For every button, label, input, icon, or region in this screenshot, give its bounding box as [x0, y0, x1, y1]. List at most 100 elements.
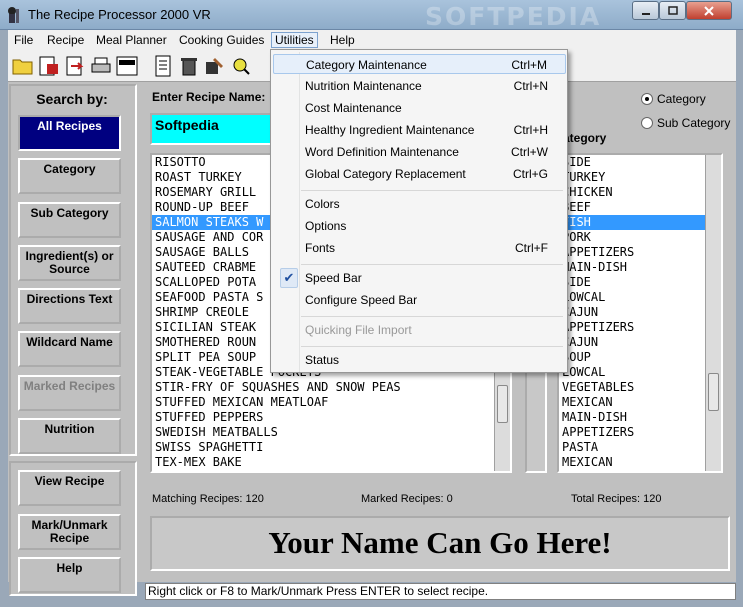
open-folder-icon[interactable]: [11, 54, 35, 78]
recipe-row[interactable]: STUFFED MEXICAN MEATLOAF: [152, 395, 510, 410]
radio-category[interactable]: Category: [641, 92, 706, 106]
category-row[interactable]: LOWCAL: [559, 365, 721, 380]
menu-cooking-guides[interactable]: Cooking Guides: [176, 32, 267, 48]
menu-utilities[interactable]: Utilities: [271, 32, 318, 48]
category-list-scrollbar[interactable]: [705, 155, 721, 471]
category-row[interactable]: CAJUN: [559, 305, 721, 320]
category-list[interactable]: SIDE TURKEY CHICKEN BEEF FISH PORK APPETIZERS M…: [557, 153, 723, 473]
radio-category-dot: [641, 93, 653, 105]
category-row[interactable]: BEEF: [559, 200, 721, 215]
menu-item-label: Cost Maintenance: [305, 101, 402, 115]
category-row[interactable]: CHICKEN: [559, 185, 721, 200]
menu-recipe[interactable]: Recipe: [44, 32, 87, 48]
ingredients-source-button[interactable]: Ingredient(s) or Source: [18, 245, 121, 281]
app-icon: [8, 7, 19, 23]
view-recipe-button[interactable]: View Recipe: [18, 470, 121, 506]
menu-meal-planner[interactable]: Meal Planner: [93, 32, 170, 48]
menu-item-status[interactable]: Status: [273, 350, 566, 370]
sub-category-button[interactable]: Sub Category: [18, 202, 121, 238]
menu-item-label: Fonts: [305, 241, 336, 255]
menu-item-fonts[interactable]: Fonts Ctrl+F: [273, 238, 566, 258]
recipe-row[interactable]: SWISS SPAGHETTI: [152, 440, 510, 455]
menu-item-colors[interactable]: Colors: [273, 194, 566, 214]
category-row[interactable]: PORK: [559, 230, 721, 245]
menu-item-label: Global Category Replacement: [305, 167, 466, 181]
menu-help[interactable]: Help: [327, 32, 358, 48]
directions-text-button[interactable]: Directions Text: [18, 288, 121, 324]
category-row[interactable]: SIDE: [559, 155, 721, 170]
import-icon[interactable]: [37, 54, 61, 78]
category-row[interactable]: APPETIZERS: [559, 245, 721, 260]
trash-icon[interactable]: [177, 54, 201, 78]
category-row[interactable]: MEXICAN: [559, 455, 721, 470]
nutrition-button[interactable]: Nutrition: [18, 418, 121, 454]
menu-item-label: Nutrition Maintenance: [305, 79, 422, 93]
minimize-button[interactable]: [632, 1, 659, 20]
category-row[interactable]: APPETIZERS: [559, 425, 721, 440]
edit-icon[interactable]: [203, 54, 227, 78]
maximize-button[interactable]: [659, 1, 686, 20]
menu-item-speed-bar[interactable]: ✔ Speed Bar: [273, 268, 566, 288]
menu-item-category-maintenance[interactable]: Category Maintenance Ctrl+M: [273, 54, 566, 74]
mark-unmark-button[interactable]: Mark/Unmark Recipe: [18, 514, 121, 550]
menu-item-options[interactable]: Options: [273, 216, 566, 236]
all-recipes-button[interactable]: All Recipes: [18, 115, 121, 151]
marked-count: Marked Recipes: 0: [361, 493, 453, 505]
recipe-name-input[interactable]: Softpedia: [150, 113, 272, 145]
menu-item-label: Configure Speed Bar: [305, 293, 418, 307]
close-icon: [704, 5, 714, 16]
recipe-row[interactable]: SWEDISH MEATBALLS: [152, 425, 510, 440]
menu-item-cost-maintenance[interactable]: Cost Maintenance: [273, 98, 566, 118]
watermark: SOFTPEDIA: [425, 2, 602, 31]
shopping-list-icon[interactable]: [115, 54, 139, 78]
menu-item-label: Status: [305, 353, 340, 367]
category-row[interactable]: PASTA: [559, 440, 721, 455]
menu-item-label: Word Definition Maintenance: [305, 145, 459, 159]
category-row[interactable]: SIDE: [559, 275, 721, 290]
menu-file[interactable]: File: [11, 32, 36, 48]
radio-sub-category-dot: [641, 117, 653, 129]
document-icon[interactable]: [151, 54, 175, 78]
category-button[interactable]: Category: [18, 158, 121, 194]
total-count: Total Recipes: 120: [571, 493, 662, 505]
menu-item-quicking-file-import: Quicking File Import: [273, 320, 566, 340]
category-row[interactable]: SOUP: [559, 350, 721, 365]
export-icon[interactable]: [63, 54, 87, 78]
window-title: The Recipe Processor 2000 VR: [28, 7, 211, 22]
title-bar: The Recipe Processor 2000 VR SOFTPEDIA: [0, 0, 743, 31]
recipe-name-label: Enter Recipe Name:: [152, 90, 266, 104]
recipe-list-scroll-thumb[interactable]: [497, 385, 508, 423]
category-row[interactable]: MAIN-DISH: [559, 260, 721, 275]
search-by-label: Search by:: [36, 91, 108, 107]
menu-item-healthy-ingredient-maintenance[interactable]: Healthy Ingredient Maintenance Ctrl+H: [273, 120, 566, 140]
menu-item-nutrition-maintenance[interactable]: Nutrition Maintenance Ctrl+N: [273, 76, 566, 96]
category-row[interactable]: MAIN-DISH: [559, 410, 721, 425]
category-row[interactable]: TURKEY: [559, 170, 721, 185]
recipe-row[interactable]: TEX-MEX BAKE: [152, 455, 510, 470]
menu-item-label: Quicking File Import: [305, 323, 412, 337]
marked-recipes-button[interactable]: Marked Recipes: [18, 375, 121, 411]
recipe-row[interactable]: STIR-FRY OF SQUASHES AND SNOW PEAS: [152, 380, 510, 395]
radio-sub-category[interactable]: Sub Category: [641, 116, 730, 130]
category-list-scroll-thumb[interactable]: [708, 373, 719, 411]
search-recipe-icon[interactable]: [229, 54, 253, 78]
menu-item-word-definition-maintenance[interactable]: Word Definition Maintenance Ctrl+W: [273, 142, 566, 162]
category-row[interactable]: CAJUN: [559, 335, 721, 350]
close-button[interactable]: [686, 1, 732, 20]
help-button[interactable]: Help: [18, 557, 121, 593]
category-row[interactable]: APPETIZERS: [559, 320, 721, 335]
category-row[interactable]: MEXICAN: [559, 395, 721, 410]
menu-item-label: Colors: [305, 197, 340, 211]
maximize-icon: [667, 5, 678, 15]
menu-item-shortcut: Ctrl+G: [512, 167, 548, 181]
menu-item-configure-speed-bar[interactable]: Configure Speed Bar: [273, 290, 566, 310]
category-row[interactable]: VEGETABLES: [559, 380, 721, 395]
status-bar: Right click or F8 to Mark/Unmark Press E…: [145, 583, 736, 600]
category-row[interactable]: FISH: [559, 215, 721, 230]
printer-icon[interactable]: [89, 54, 113, 78]
menu-item-shortcut: Ctrl+N: [513, 79, 548, 93]
recipe-row[interactable]: STUFFED PEPPERS: [152, 410, 510, 425]
wildcard-name-button[interactable]: Wildcard Name: [18, 331, 121, 367]
menu-item-global-category-replacement[interactable]: Global Category Replacement Ctrl+G: [273, 164, 566, 184]
category-row[interactable]: LOWCAL: [559, 290, 721, 305]
